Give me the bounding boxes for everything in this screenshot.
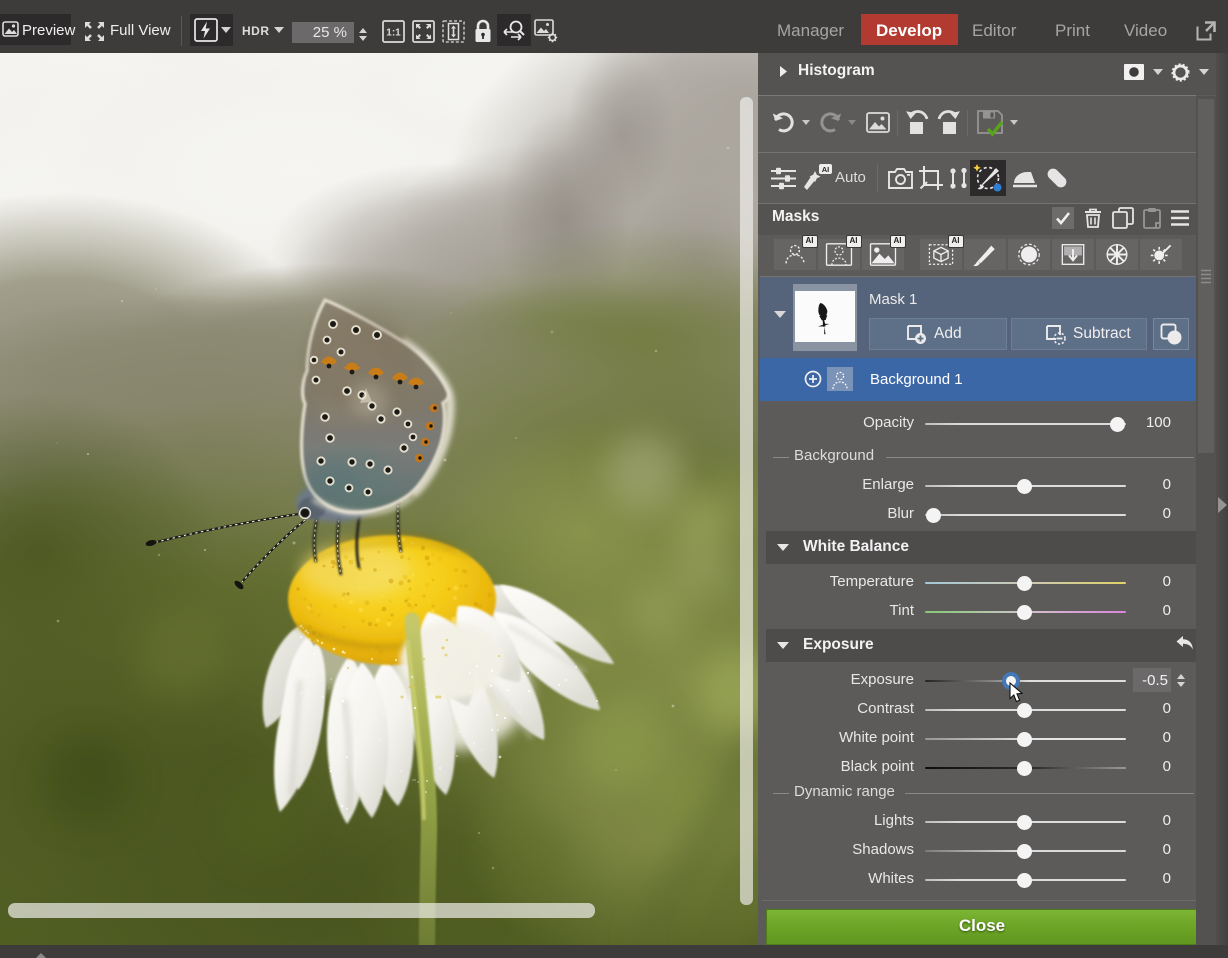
svg-text:AI: AI xyxy=(822,165,830,174)
svg-text:1:1: 1:1 xyxy=(386,28,401,39)
